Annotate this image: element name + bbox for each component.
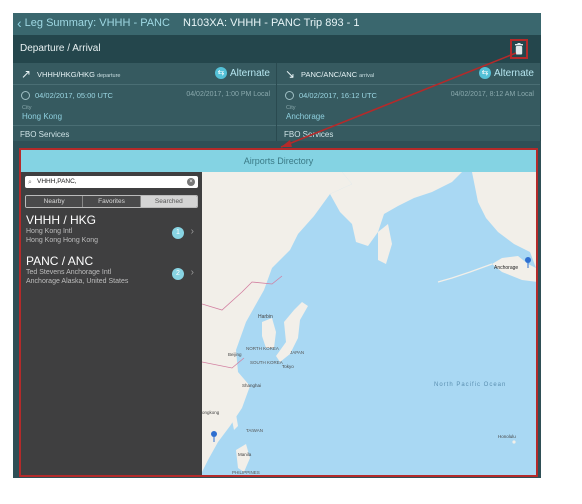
- arrival-local: 04/02/2017, 8:12 AM Local: [450, 91, 534, 98]
- map-label: SOUTH KOREA: [250, 360, 283, 365]
- clock-icon: [285, 91, 294, 100]
- filter-tabs: Nearby Favorites Searched: [25, 195, 198, 208]
- map-label: Shanghai: [242, 383, 261, 388]
- airport-list-panel: ⌕ VHHH,PANC, × Nearby Favorites Searched…: [21, 172, 202, 475]
- search-value: VHHH,PANC,: [37, 178, 77, 185]
- departure-local: 04/02/2017, 1:00 PM Local: [186, 91, 270, 98]
- chevron-right-icon: ›: [190, 226, 194, 237]
- alternate-label: Alternate: [229, 67, 270, 79]
- arrival-header: ↘ PANC/ANC/ANC arrival ⇆ Alternate: [277, 63, 540, 85]
- chevron-left-icon: ‹: [17, 15, 22, 31]
- departure-code: VHHH/HKG/HKG departure: [37, 70, 121, 79]
- clear-icon[interactable]: ×: [187, 178, 195, 186]
- map-label: PHILIPPINES: [232, 470, 260, 475]
- trash-icon: [515, 43, 523, 55]
- departure-card[interactable]: ↗ VHHH/HKG/HKG departure ⇆ Alternate 04/0…: [13, 63, 277, 141]
- back-button[interactable]: ‹ Leg Summary: VHHH - PANC: [17, 16, 170, 30]
- departure-header: ↗ VHHH/HKG/HKG departure ⇆ Alternate: [13, 63, 276, 85]
- map-label: Anchorage: [494, 265, 518, 271]
- list-item[interactable]: PANC / ANC Ted Stevens Anchorage Intl An…: [26, 255, 198, 291]
- section-header: Departure / Arrival: [13, 35, 541, 63]
- departure-fbo-services[interactable]: FBO Services: [13, 125, 276, 141]
- list-item[interactable]: VHHH / HKG Hong Kong Intl Hong Kong Hong…: [26, 214, 198, 250]
- search-icon: ⌕: [28, 179, 32, 186]
- map-label: North Pacific Ocean: [434, 382, 506, 388]
- popup-title: Airports Directory: [21, 150, 536, 172]
- map-label: JAPAN: [290, 350, 304, 355]
- section-title: Departure / Arrival: [20, 43, 101, 54]
- delete-button[interactable]: [510, 39, 528, 59]
- map-label: Harbin: [258, 314, 273, 320]
- map-label: NORTH KOREA: [246, 346, 279, 351]
- map-label: Honolulu: [498, 434, 516, 439]
- city-label: City: [22, 105, 32, 111]
- map-label: Tokyo: [282, 364, 294, 369]
- clock-icon: [21, 91, 30, 100]
- airport-name: PANC / ANC: [26, 254, 94, 268]
- nav-bar: ‹ Leg Summary: VHHH - PANC N103XA: VHHH …: [13, 13, 541, 35]
- land-hawaii: [512, 440, 516, 444]
- alternate-icon: ⇆: [214, 67, 227, 79]
- airport-number-badge: 2: [172, 268, 184, 280]
- city-label: City: [286, 105, 296, 111]
- map-label: TAIWAN: [246, 428, 263, 433]
- tab-searched[interactable]: Searched: [140, 196, 197, 207]
- airport-name: VHHH / HKG: [26, 213, 97, 227]
- airport-line2: Hong Kong Hong Kong: [26, 237, 98, 244]
- airports-directory-popup: Airports Directory ⌕ VHHH,PANC, × Nearby…: [19, 148, 538, 477]
- chevron-right-icon: ›: [190, 267, 194, 278]
- search-input[interactable]: ⌕ VHHH,PANC, ×: [25, 176, 198, 188]
- alternate-label: Alternate: [493, 67, 534, 79]
- arrival-city: Anchorage: [286, 112, 325, 121]
- departure-alternate-button[interactable]: ⇆ Alternate: [214, 67, 270, 79]
- map-view[interactable]: Anchorage Harbin NORTH KOREA Beijing SOU…: [202, 172, 538, 477]
- map-label: Manila: [238, 452, 252, 457]
- departure-city: Hong Kong: [22, 112, 63, 121]
- airport-number-badge: 1: [172, 227, 184, 239]
- airport-line2: Anchorage Alaska, United States: [26, 278, 129, 285]
- page-title: N103XA: VHHH - PANC Trip 893 - 1: [183, 17, 360, 29]
- arrival-alternate-button[interactable]: ⇆ Alternate: [478, 67, 534, 79]
- map-label: ongkong: [202, 410, 220, 415]
- departure-arrival-cards: ↗ VHHH/HKG/HKG departure ⇆ Alternate 04/0…: [13, 63, 541, 141]
- map-label: Beijing: [228, 352, 242, 357]
- tab-favorites[interactable]: Favorites: [83, 196, 141, 207]
- tab-nearby[interactable]: Nearby: [26, 196, 84, 207]
- departure-arrow-icon: ↗: [21, 67, 32, 81]
- app-window: ‹ Leg Summary: VHHH - PANC N103XA: VHHH …: [13, 13, 541, 478]
- back-label: Leg Summary: VHHH - PANC: [24, 17, 170, 29]
- arrival-fbo-services[interactable]: FBO Services: [277, 125, 540, 141]
- departure-utc: 04/02/2017, 05:00 UTC: [35, 91, 113, 100]
- arrival-arrow-icon: ↘: [285, 67, 296, 81]
- arrival-utc: 04/02/2017, 16:12 UTC: [299, 91, 377, 100]
- alternate-icon: ⇆: [478, 67, 491, 79]
- arrival-code: PANC/ANC/ANC arrival: [301, 70, 375, 79]
- arrival-card[interactable]: ↘ PANC/ANC/ANC arrival ⇆ Alternate 04/02/…: [277, 63, 541, 141]
